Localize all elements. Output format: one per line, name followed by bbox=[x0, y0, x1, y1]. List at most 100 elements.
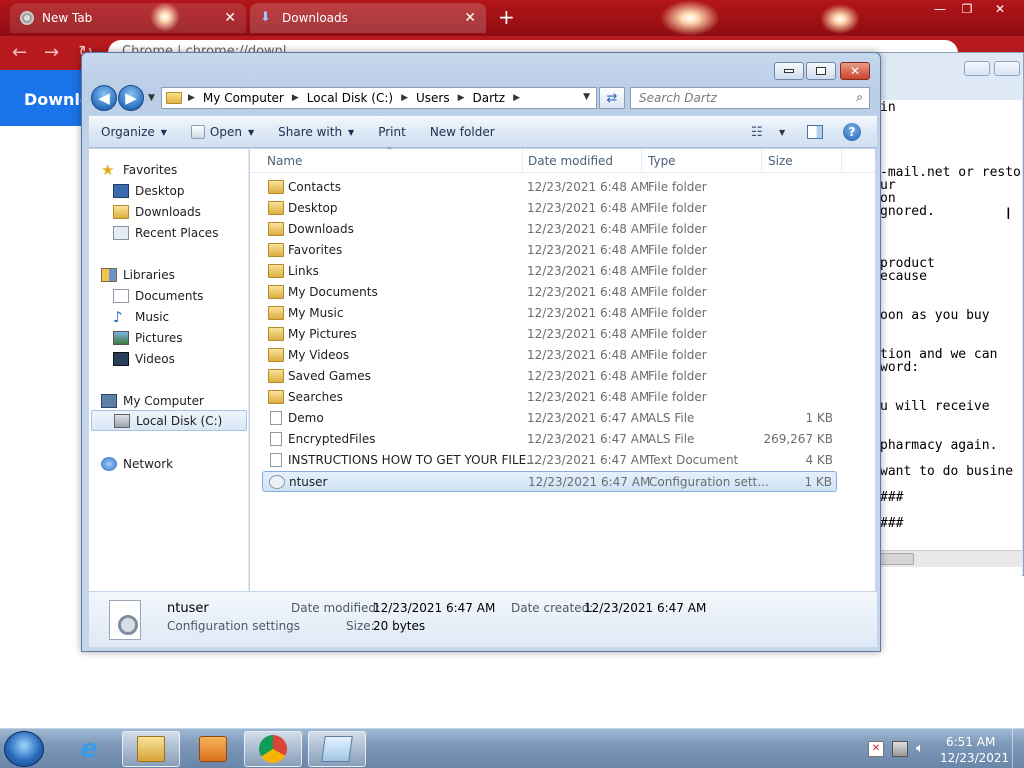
file-row[interactable]: Saved Games 12/23/2021 6:48 AM File folder bbox=[262, 366, 837, 387]
taskbar-chrome[interactable] bbox=[244, 731, 302, 767]
nav-downloads[interactable]: Downloads bbox=[113, 201, 271, 222]
change-view-icon[interactable]: ☷ bbox=[751, 125, 763, 140]
chrome-close-icon[interactable]: ✕ bbox=[988, 2, 1012, 18]
nav-videos[interactable]: Videos bbox=[113, 348, 271, 369]
chrome-tab-downloads[interactable]: ⬇ Downloads ✕ bbox=[250, 3, 486, 33]
minimize-button[interactable] bbox=[774, 62, 804, 80]
organize-button[interactable]: Organize ▼ bbox=[89, 125, 179, 139]
breadcrumb-separator-icon[interactable]: ▶ bbox=[401, 93, 408, 103]
address-history-dropdown-icon[interactable]: ▼ bbox=[583, 92, 590, 102]
nav-pictures[interactable]: Pictures bbox=[113, 327, 271, 348]
breadcrumb-my-computer[interactable]: My Computer bbox=[203, 91, 284, 105]
file-row[interactable]: Downloads 12/23/2021 6:48 AM File folder bbox=[262, 219, 837, 240]
file-row[interactable]: INSTRUCTIONS HOW TO GET YOUR FILE... 12/2… bbox=[262, 450, 837, 471]
nav-desktop[interactable]: Desktop bbox=[113, 180, 271, 201]
file-row[interactable]: Links 12/23/2021 6:48 AM File folder bbox=[262, 261, 837, 282]
forward-button[interactable]: ▶ bbox=[118, 85, 144, 111]
taskbar-internet-explorer[interactable]: e bbox=[60, 731, 118, 767]
chrome-minimize-icon[interactable]: — bbox=[928, 2, 952, 18]
notepad-text-area[interactable]: in -mail.net or resto ur on gnored. prod… bbox=[880, 100, 1022, 602]
breadcrumb-local-disk[interactable]: Local Disk (C:) bbox=[307, 91, 393, 105]
close-button[interactable]: ✕ bbox=[840, 62, 870, 80]
share-with-button[interactable]: Share with ▼ bbox=[266, 125, 366, 139]
close-tab-icon[interactable]: ✕ bbox=[224, 10, 236, 26]
nav-music[interactable]: ♪ Music bbox=[113, 306, 271, 327]
file-row[interactable]: Demo 12/23/2021 6:47 AM ALS File 1 KB bbox=[262, 408, 837, 429]
column-divider[interactable] bbox=[641, 149, 642, 173]
windows-explorer-icon bbox=[137, 736, 165, 762]
network-tray-icon[interactable] bbox=[892, 741, 908, 757]
action-center-warning-icon[interactable]: ✕ bbox=[868, 741, 884, 757]
chrome-back-icon[interactable]: ← bbox=[12, 42, 27, 63]
column-header-name[interactable]: Name bbox=[267, 154, 302, 168]
column-header-type[interactable]: Type bbox=[648, 154, 676, 168]
file-row[interactable]: EncryptedFiles 12/23/2021 6:47 AM ALS File… bbox=[262, 429, 837, 450]
volume-icon[interactable]: 🔈︎ bbox=[916, 741, 932, 757]
breadcrumb-users[interactable]: Users bbox=[416, 91, 450, 105]
search-icon[interactable]: ⌕ bbox=[856, 90, 863, 105]
chrome-icon bbox=[259, 735, 287, 763]
nav-libraries[interactable]: Libraries bbox=[101, 264, 259, 285]
file-row[interactable]: My Music 12/23/2021 6:48 AM File folder bbox=[262, 303, 837, 324]
chrome-restore-icon[interactable]: ❐ bbox=[955, 2, 979, 18]
close-tab-icon[interactable]: ✕ bbox=[464, 10, 476, 26]
back-button[interactable]: ◀ bbox=[91, 85, 117, 111]
scrollbar-thumb[interactable] bbox=[880, 553, 914, 565]
column-header-size[interactable]: Size bbox=[768, 154, 793, 168]
file-row[interactable]: Searches 12/23/2021 6:48 AM File folder bbox=[262, 387, 837, 408]
breadcrumb-separator-icon[interactable]: ▶ bbox=[292, 93, 299, 103]
notepad-maximize-button[interactable] bbox=[994, 61, 1020, 76]
folder-icon bbox=[268, 285, 284, 299]
folder-icon bbox=[268, 348, 284, 362]
file-name: My Videos bbox=[288, 348, 350, 362]
refresh-button[interactable]: ⇄ bbox=[599, 87, 625, 109]
nav-favorites[interactable]: ★ Favorites bbox=[101, 159, 259, 180]
file-row[interactable]: My Pictures 12/23/2021 6:48 AM File folder bbox=[262, 324, 837, 345]
breadcrumb-dartz[interactable]: Dartz bbox=[473, 91, 506, 105]
taskbar-windows-explorer[interactable] bbox=[122, 731, 180, 767]
nav-local-disk[interactable]: Local Disk (C:) bbox=[91, 410, 247, 431]
nav-recent-places[interactable]: Recent Places bbox=[113, 222, 271, 243]
preview-pane-icon[interactable] bbox=[807, 125, 823, 139]
clock-time[interactable]: 6:51 AM bbox=[946, 735, 995, 749]
breadcrumb-separator-icon[interactable]: ▶ bbox=[188, 93, 195, 103]
chevron-down-icon[interactable]: ▼ bbox=[779, 128, 785, 137]
taskbar-media-player[interactable] bbox=[184, 731, 242, 767]
open-button[interactable]: Open ▼ bbox=[179, 125, 266, 139]
notepad-line: ecause bbox=[880, 269, 927, 284]
show-desktop-button[interactable] bbox=[1012, 729, 1024, 768]
file-row[interactable]: My Videos 12/23/2021 6:48 AM File folder bbox=[262, 345, 837, 366]
recent-places-icon bbox=[113, 225, 129, 240]
notepad-horizontal-scrollbar[interactable] bbox=[880, 550, 1022, 567]
folder-icon bbox=[268, 390, 284, 404]
file-row[interactable]: Favorites 12/23/2021 6:48 AM File folder bbox=[262, 240, 837, 261]
recent-pages-dropdown-icon[interactable]: ▼ bbox=[148, 93, 155, 103]
maximize-button[interactable] bbox=[806, 62, 836, 80]
taskbar-notepad[interactable] bbox=[308, 731, 366, 767]
new-tab-icon[interactable]: + bbox=[498, 5, 515, 29]
chrome-forward-icon[interactable]: → bbox=[44, 42, 59, 63]
file-row[interactable]: My Documents 12/23/2021 6:48 AM File folde… bbox=[262, 282, 837, 303]
start-button[interactable] bbox=[4, 731, 44, 767]
chrome-tab-new-tab[interactable]: New Tab ✕ bbox=[10, 3, 246, 33]
clock-date[interactable]: 12/23/2021 bbox=[940, 751, 1009, 765]
print-button[interactable]: Print bbox=[366, 125, 418, 139]
folder-icon bbox=[268, 306, 284, 320]
breadcrumb-separator-icon[interactable]: ▶ bbox=[458, 93, 465, 103]
column-divider[interactable] bbox=[841, 149, 842, 173]
nav-documents[interactable]: Documents bbox=[113, 285, 271, 306]
file-row[interactable]: Contacts 12/23/2021 6:48 AM File folder bbox=[262, 177, 837, 198]
address-bar[interactable]: ▶ My Computer ▶ Local Disk (C:) ▶ Users … bbox=[161, 87, 597, 109]
help-icon[interactable]: ? bbox=[843, 123, 861, 141]
column-divider[interactable] bbox=[761, 149, 762, 173]
breadcrumb-separator-icon[interactable]: ▶ bbox=[513, 93, 520, 103]
file-row[interactable]: Desktop 12/23/2021 6:48 AM File folder bbox=[262, 198, 837, 219]
file-row[interactable]: ntuser 12/23/2021 6:47 AM Configuration se… bbox=[262, 471, 837, 492]
column-header-date-modified[interactable]: Date modified bbox=[528, 154, 613, 168]
nav-network[interactable]: Network bbox=[101, 453, 259, 474]
nav-my-computer[interactable]: My Computer bbox=[101, 390, 259, 411]
search-input[interactable]: Search Dartz ⌕ bbox=[630, 87, 870, 109]
notepad-minimize-button[interactable] bbox=[964, 61, 990, 76]
column-divider[interactable] bbox=[522, 149, 523, 173]
new-folder-button[interactable]: New folder bbox=[418, 125, 507, 139]
